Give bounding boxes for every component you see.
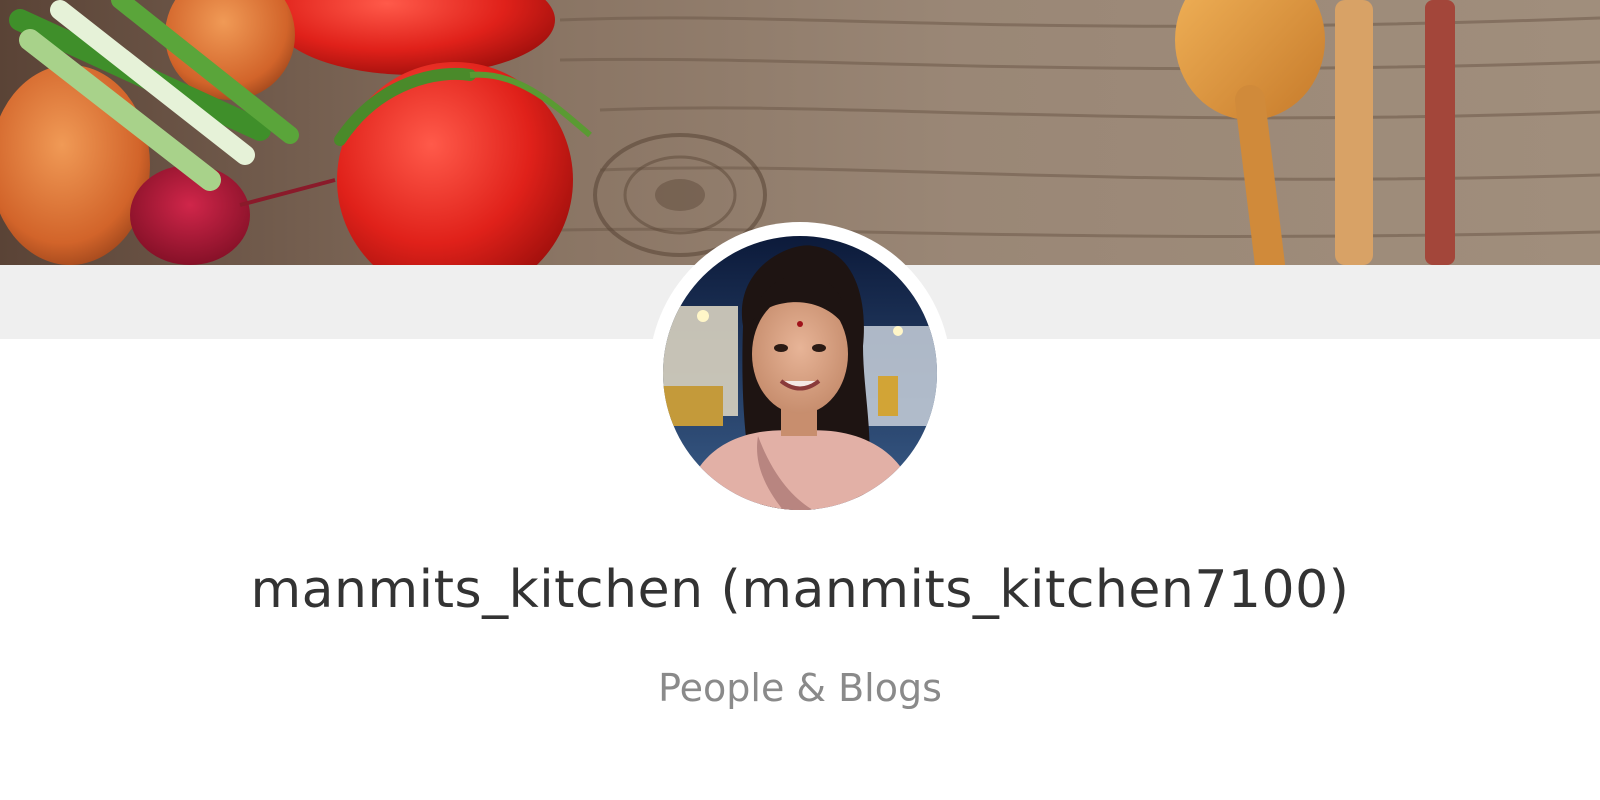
avatar-photo [663, 236, 937, 510]
channel-title: manmits_kitchen (manmits_kitchen7100) [250, 560, 1350, 620]
channel-category[interactable]: People & Blogs [0, 663, 1600, 713]
avatar[interactable] [663, 236, 937, 510]
channel-profile-page: manmits_kitchen (manmits_kitchen7100) Pe… [0, 0, 1600, 800]
